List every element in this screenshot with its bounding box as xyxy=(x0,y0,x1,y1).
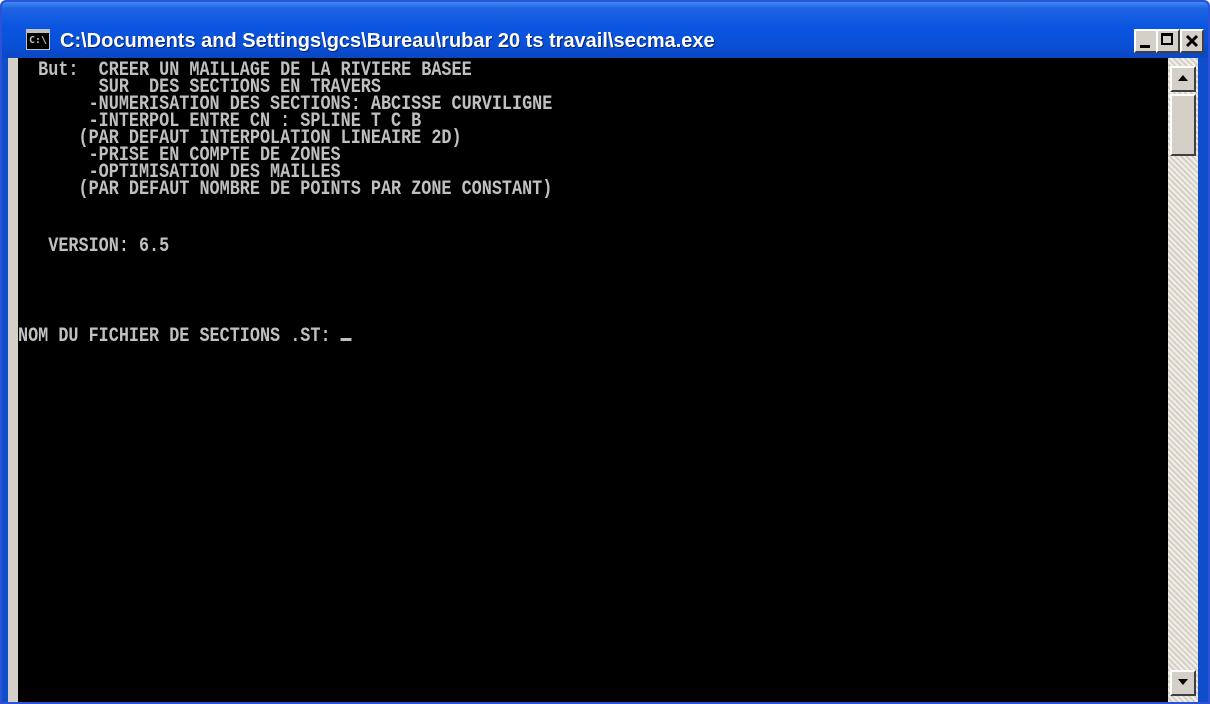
arrow-down-icon xyxy=(1178,679,1188,685)
version-line: VERSION: 6.5 xyxy=(18,235,170,258)
close-button[interactable] xyxy=(1180,29,1204,53)
console-output[interactable]: But: CREER UN MAILLAGE DE LA RIVIERE BAS… xyxy=(18,58,1168,702)
text-cursor xyxy=(340,338,352,341)
prompt-line[interactable]: NOM DU FICHIER DE SECTIONS .ST: xyxy=(18,325,352,348)
console-icon[interactable]: C:\ xyxy=(26,29,50,50)
window-right-border xyxy=(1198,58,1208,702)
minimize-button[interactable] xyxy=(1134,29,1158,53)
window-title: C:\Documents and Settings\gcs\Bureau\rub… xyxy=(60,30,715,52)
close-icon xyxy=(1185,34,1199,48)
vertical-scrollbar[interactable] xyxy=(1168,58,1198,702)
arrow-up-icon xyxy=(1178,75,1188,81)
console-window: C:\ C:\Documents and Settings\gcs\Bureau… xyxy=(0,0,1210,704)
prompt-text: NOM DU FICHIER DE SECTIONS .ST: xyxy=(18,325,341,348)
title-bar[interactable]: C:\ C:\Documents and Settings\gcs\Bureau… xyxy=(2,2,1208,58)
scroll-up-button[interactable] xyxy=(1170,66,1196,92)
scroll-down-button[interactable] xyxy=(1170,670,1196,696)
window-left-border xyxy=(2,58,18,702)
console-line: (PAR DEFAUT NOMBRE DE POINTS PAR ZONE CO… xyxy=(18,178,553,201)
maximize-button[interactable] xyxy=(1156,29,1180,53)
scroll-thumb[interactable] xyxy=(1170,94,1196,156)
